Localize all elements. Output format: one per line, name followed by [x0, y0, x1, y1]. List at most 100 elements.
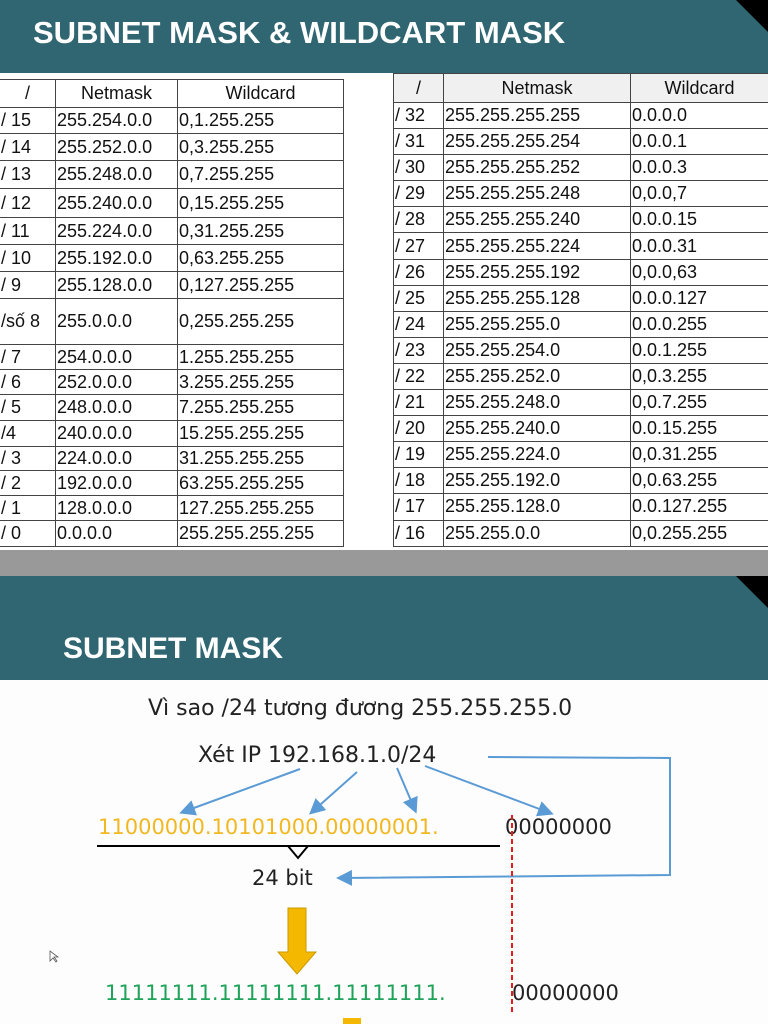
prefix-cell: / 7	[0, 344, 56, 370]
wildcard-cell: 31.255.255.255	[177, 446, 344, 471]
prefix-cell: / 3	[0, 446, 56, 471]
prefix-cell: / 29	[393, 180, 444, 208]
slide2-title: SUBNET MASK	[63, 632, 284, 665]
netmask-cell: 192.0.0.0	[55, 470, 178, 496]
wildcard-cell: 7.255.255.255	[177, 394, 344, 421]
table-row: / 32 255.255.255.255 0.0.0.0	[393, 101, 768, 130]
table-row: / 14 255.252.0.0 0,3.255.255	[0, 133, 344, 161]
table-row: / 30 255.255.255.252 0.0.0.3	[393, 154, 768, 182]
table-row: / 25 255.255.255.128 0.0.0.127	[393, 284, 768, 312]
wildcard-cell: 0,63.255.255	[177, 244, 344, 272]
wildcard-cell: 0,0.255.255	[630, 519, 768, 547]
table-row: / 16 255.255.0.0 0,0.255.255	[393, 519, 768, 547]
table-row: / 28 255.255.255.240 0.0.0.15	[393, 206, 768, 234]
prefix-cell: / 2	[0, 470, 56, 496]
table-row: / 24 255.255.255.0 0.0.0.255	[393, 310, 768, 338]
prefix-cell: / 5	[0, 394, 56, 421]
table-row: / 18 255.255.192.0 0,0.63.255	[393, 467, 768, 495]
wildcard-cell: 0.0.0.15	[630, 206, 768, 234]
wildcard-cell: 63.255.255.255	[177, 470, 344, 496]
slide-separator	[0, 550, 768, 576]
prefix-cell: / 1	[0, 495, 56, 521]
netmask-cell: 255.224.0.0	[55, 217, 178, 245]
netmask-cell: 255.192.0.0	[55, 244, 178, 272]
table-row: / 20 255.255.240.0 0.0.15.255	[393, 415, 768, 443]
prefix-cell: / 13	[0, 160, 56, 189]
wildcard-cell: 0,15.255.255	[177, 188, 344, 218]
netmask-cell: 240.0.0.0	[55, 420, 178, 447]
prefix-cell: / 11	[0, 217, 56, 245]
table-row: / 0 0.0.0.0 255.255.255.255	[0, 520, 344, 547]
table-row: /số 8 255.0.0.0 0,255.255.255	[0, 298, 344, 345]
netmask-cell: 255.255.255.248	[443, 180, 631, 208]
netmask-cell: 255.248.0.0	[55, 160, 178, 189]
table-row: / 11 255.224.0.0 0,31.255.255	[0, 217, 344, 245]
netmask-cell: 255.255.240.0	[443, 415, 631, 443]
prefix-cell: / 16	[393, 519, 444, 547]
table-row: / 13 255.248.0.0 0,7.255.255	[0, 160, 344, 189]
netmask-cell: 255.255.255.252	[443, 154, 631, 182]
table-row: / 1 128.0.0.0 127.255.255.255	[0, 495, 344, 521]
netmask-cell: 224.0.0.0	[55, 446, 178, 471]
prefix-cell: / 22	[393, 362, 444, 391]
left-mask-table: / Netmask Wildcard/ 15 255.254.0.0 0,1.255…	[0, 79, 344, 547]
col-netmask: Netmask	[55, 79, 178, 108]
netmask-cell: 255.255.192.0	[443, 467, 631, 495]
table-row: / 27 255.255.255.224 0.0.0.31	[393, 232, 768, 260]
wildcard-cell: 0,0.63.255	[630, 467, 768, 495]
wildcard-cell: 0,0.7.255	[630, 389, 768, 417]
netmask-cell: 255.0.0.0	[55, 298, 178, 345]
wildcard-cell: 127.255.255.255	[177, 495, 344, 521]
netmask-cell: 255.255.224.0	[443, 441, 631, 469]
table-row: / 9 255.128.0.0 0,127.255.255	[0, 271, 344, 299]
table-row: /4 240.0.0.0 15.255.255.255	[0, 420, 344, 447]
table-row: / 3 224.0.0.0 31.255.255.255	[0, 446, 344, 471]
wildcard-cell: 0.0.0.1	[630, 128, 768, 156]
wildcard-cell: 0,0.31.255	[630, 441, 768, 469]
table-row: / 2 192.0.0.0 63.255.255.255	[0, 470, 344, 496]
netmask-cell: 255.255.255.128	[443, 284, 631, 312]
prefix-cell: / 24	[393, 310, 444, 338]
down-arrow-icon	[276, 907, 318, 975]
netmask-cell: 255.252.0.0	[55, 133, 178, 161]
prefix-cell: / 15	[0, 107, 56, 134]
prefix-cell: / 0	[0, 520, 56, 547]
netmask-cell: 255.255.248.0	[443, 389, 631, 417]
wildcard-cell: 0.0.0.31	[630, 232, 768, 260]
wildcard-cell: 1.255.255.255	[177, 344, 344, 370]
wildcard-cell: 0.0.1.255	[630, 336, 768, 364]
netmask-cell: 255.255.254.0	[443, 336, 631, 364]
prefix-cell: / 12	[0, 188, 56, 218]
col-netmask: Netmask	[443, 73, 631, 103]
netmask-cell: 255.255.0.0	[443, 519, 631, 547]
table-row: / 15 255.254.0.0 0,1.255.255	[0, 107, 344, 134]
slide2-header: SUBNET MASK	[0, 576, 768, 680]
table-row: / 31 255.255.255.254 0.0.0.1	[393, 128, 768, 156]
table-row: / 7 254.0.0.0 1.255.255.255	[0, 344, 344, 370]
corner-decoration	[736, 0, 768, 32]
prefix-cell: / 26	[393, 258, 444, 286]
wildcard-cell: 0.0.0.127	[630, 284, 768, 312]
diagram-arrows	[49, 756, 671, 1024]
wildcard-cell: 0.0.127.255	[630, 493, 768, 521]
corner-decoration	[736, 576, 768, 608]
wildcard-cell: 0,7.255.255	[177, 160, 344, 189]
right-mask-table: / Netmask Wildcard/ 32 255.255.255.255 0.0…	[393, 73, 768, 547]
prefix-cell: / 6	[0, 369, 56, 395]
prefix-cell: / 25	[393, 284, 444, 312]
wildcard-cell: 0.0.0.3	[630, 154, 768, 182]
netmask-cell: 0.0.0.0	[55, 520, 178, 547]
netmask-cell: 255.255.255.240	[443, 206, 631, 234]
wildcard-cell: 0,0.0,7	[630, 180, 768, 208]
prefix-cell: / 32	[393, 101, 444, 130]
prefix-cell: / 19	[393, 441, 444, 469]
table-row: / 29 255.255.255.248 0,0.0,7	[393, 180, 768, 208]
col-prefix: /	[0, 79, 56, 108]
prefix-cell: / 9	[0, 271, 56, 299]
netmask-cell: 255.255.252.0	[443, 362, 631, 391]
col-wildcard: Wildcard	[630, 73, 768, 103]
slide1-header: SUBNET MASK & WILDCART MASK	[0, 0, 768, 73]
netmask-cell: 252.0.0.0	[55, 369, 178, 395]
prefix-cell: / 31	[393, 128, 444, 156]
table-row: / 10 255.192.0.0 0,63.255.255	[0, 244, 344, 272]
